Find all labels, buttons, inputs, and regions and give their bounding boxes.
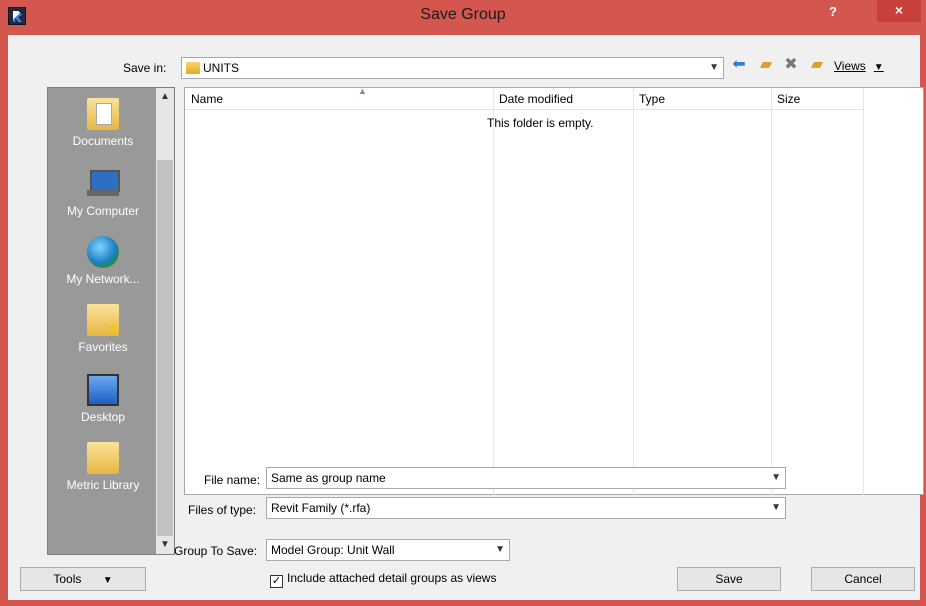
place-label: Favorites [78,340,128,354]
chevron-down-icon: ▼ [709,62,719,73]
column-divider [863,88,864,496]
tools-label: Tools [53,572,82,586]
file-name-value: Same as group name [271,471,386,485]
tools-button[interactable]: Tools ▼ [20,567,146,591]
close-button[interactable]: × [877,0,921,22]
file-list[interactable]: Name ▲ Date modified Type Size This fold… [184,86,924,496]
save-in-label: Save in: [123,61,167,75]
documents-icon [87,98,119,130]
group-to-save-label: Group To Save: [174,544,258,558]
scroll-down-icon[interactable]: ▼ [156,536,174,554]
place-label: Documents [72,134,134,148]
place-label: Metric Library [66,478,140,492]
place-my-computer[interactable]: My Computer [48,168,158,218]
place-label: My Computer [66,204,140,218]
tools-dropdown-icon: ▼ [102,575,113,586]
include-detail-groups-option[interactable]: ✓ Include attached detail groups as views [270,571,496,588]
delete-icon[interactable]: ✖ [781,56,801,74]
metric-library-icon [87,442,119,474]
favorites-icon [87,304,121,340]
my-network-icon [87,236,119,268]
back-icon[interactable]: ⬅ [729,56,749,74]
column-header-type[interactable]: Type [633,88,771,110]
files-of-type-value: Revit Family (*.rfa) [271,501,371,515]
save-group-dialog: Save Group ? × Save in: UNITS ▼ ⬅ ▰ ✖ ▰ … [0,0,926,606]
place-label: Desktop [80,410,126,424]
views-label: Views [834,59,866,73]
dialog-body: Save in: UNITS ▼ ⬅ ▰ ✖ ▰ Views ▼ Document… [8,35,924,600]
column-divider [493,88,494,496]
group-to-save-value: Model Group: Unit Wall [271,543,395,557]
file-name-combo[interactable]: Same as group name ▼ [266,467,786,489]
my-computer-icon [87,168,120,200]
column-header-date[interactable]: Date modified [493,88,633,110]
help-button[interactable]: ? [818,2,848,24]
scroll-up-icon[interactable]: ▲ [156,88,174,106]
include-detail-groups-checkbox[interactable]: ✓ [270,575,283,588]
sort-ascending-icon: ▲ [358,86,367,96]
chevron-down-icon: ▼ [495,544,505,555]
new-folder-icon[interactable]: ▰ [807,56,827,74]
views-dropdown-icon: ▼ [873,62,884,73]
column-divider [633,88,634,496]
views-menu[interactable]: Views ▼ [834,59,884,73]
dialog-title: Save Group [420,6,506,23]
column-header-size[interactable]: Size [771,88,863,110]
place-metric-library[interactable]: Metric Library [48,442,158,492]
scroll-thumb[interactable] [157,160,173,536]
desktop-icon [87,374,119,406]
file-name-label: File name: [204,473,261,487]
places-scrollbar[interactable]: ▲ ▼ [156,88,174,554]
up-folder-icon[interactable]: ▰ [756,56,776,74]
folder-icon [186,62,200,74]
place-desktop[interactable]: Desktop [48,374,158,424]
cancel-button[interactable]: Cancel [811,567,915,591]
files-of-type-combo[interactable]: Revit Family (*.rfa) ▼ [266,497,786,519]
place-my-network[interactable]: My Network... [48,236,158,286]
chevron-down-icon: ▼ [771,472,781,483]
title-bar: Save Group ? × [0,0,926,35]
save-in-value: UNITS [203,61,239,75]
column-header-name[interactable]: Name [185,88,493,110]
place-favorites[interactable]: Favorites [48,304,158,354]
place-label: My Network... [66,272,140,286]
save-button[interactable]: Save [677,567,781,591]
group-to-save-combo[interactable]: Model Group: Unit Wall ▼ [266,539,510,561]
chevron-down-icon: ▼ [771,502,781,513]
save-in-combo[interactable]: UNITS ▼ [181,57,724,79]
place-documents[interactable]: Documents [48,98,158,148]
empty-folder-message: This folder is empty. [487,116,594,130]
include-detail-groups-label: Include attached detail groups as views [287,571,497,585]
files-of-type-label: Files of type: [188,503,257,517]
column-divider [771,88,772,496]
